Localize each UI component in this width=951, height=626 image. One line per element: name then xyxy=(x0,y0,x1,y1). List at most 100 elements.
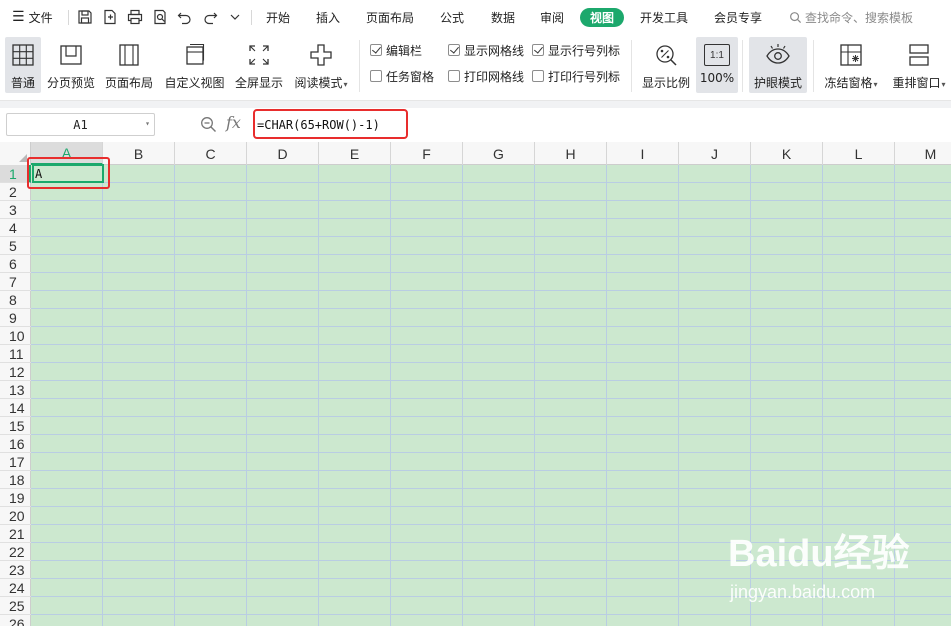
tab-developer[interactable]: 开发工具 xyxy=(634,0,694,34)
chevron-down-icon[interactable]: ▾ xyxy=(145,119,150,128)
row-header-8[interactable]: 8 xyxy=(0,291,31,309)
checkbox-print-gridlines[interactable]: 打印网格线 xyxy=(448,67,524,85)
row-header-15[interactable]: 15 xyxy=(0,417,31,435)
more-dropdown-icon[interactable] xyxy=(229,11,241,23)
column-header-c[interactable]: C xyxy=(175,142,247,165)
tab-view[interactable]: 视图 xyxy=(580,8,624,27)
row-header-16[interactable]: 16 xyxy=(0,435,31,453)
row-header-7[interactable]: 7 xyxy=(0,273,31,291)
row-header-24[interactable]: 24 xyxy=(0,579,31,597)
save-icon[interactable] xyxy=(77,9,93,25)
column-header-label: C xyxy=(205,145,216,162)
row-header-11[interactable]: 11 xyxy=(0,345,31,363)
tab-member[interactable]: 会员专享 xyxy=(708,0,768,34)
redo-icon[interactable] xyxy=(202,9,218,25)
page-break-preview-button[interactable]: 分页预览 xyxy=(45,37,97,93)
tab-home[interactable]: 开始 xyxy=(259,0,297,34)
column-header-g[interactable]: G xyxy=(463,142,535,165)
normal-view-button[interactable]: 普通 xyxy=(5,37,41,93)
row-header-label: 9 xyxy=(9,309,17,326)
row-header-label: 5 xyxy=(9,237,17,254)
custom-view-button[interactable]: 自定义视图 xyxy=(163,37,226,93)
tab-insert[interactable]: 插入 xyxy=(309,0,347,34)
fullscreen-button[interactable]: 全屏显示 xyxy=(233,37,285,93)
hamburger-icon: ☰ xyxy=(12,9,25,25)
column-header-d[interactable]: D xyxy=(247,142,319,165)
cell-grid[interactable] xyxy=(31,165,951,626)
row-header-14[interactable]: 14 xyxy=(0,399,31,417)
column-header-l[interactable]: L xyxy=(823,142,895,165)
function-icon[interactable]: fx xyxy=(226,113,241,132)
row-header-12[interactable]: 12 xyxy=(0,363,31,381)
freeze-panes-button[interactable]: 冻结窗格▾ xyxy=(820,37,882,93)
row-header-19[interactable]: 19 xyxy=(0,489,31,507)
checkbox-box[interactable] xyxy=(532,44,544,56)
checkbox-box[interactable] xyxy=(532,70,544,82)
column-header-e[interactable]: E xyxy=(319,142,391,165)
gridline-horizontal xyxy=(31,434,951,435)
checkbox-label: 编辑栏 xyxy=(386,43,423,58)
column-header-i[interactable]: I xyxy=(607,142,679,165)
print-preview-icon[interactable] xyxy=(152,9,168,25)
row-header-6[interactable]: 6 xyxy=(0,255,31,273)
file-menu[interactable]: ☰ 文件 xyxy=(12,0,53,34)
checkbox-show-gridlines[interactable]: 显示网格线 xyxy=(448,41,524,59)
row-header-25[interactable]: 25 xyxy=(0,597,31,615)
eye-protection-button[interactable]: 护眼模式 xyxy=(749,37,807,93)
arrange-windows-button[interactable]: 重排窗口▾ xyxy=(889,37,949,93)
row-header-label: 20 xyxy=(9,507,25,524)
zoom-100-button[interactable]: 1:1 100% xyxy=(696,37,738,93)
gridline-horizontal xyxy=(31,470,951,471)
row-header-21[interactable]: 21 xyxy=(0,525,31,543)
column-header-h[interactable]: H xyxy=(535,142,607,165)
row-header-label: 18 xyxy=(9,471,25,488)
row-header-10[interactable]: 10 xyxy=(0,327,31,345)
row-header-13[interactable]: 13 xyxy=(0,381,31,399)
tab-page-layout[interactable]: 页面布局 xyxy=(360,0,420,34)
tab-formulas[interactable]: 公式 xyxy=(433,0,471,34)
column-header-m[interactable]: M xyxy=(895,142,951,165)
column-header-b[interactable]: B xyxy=(103,142,175,165)
row-header-5[interactable]: 5 xyxy=(0,237,31,255)
checkbox-formula-bar[interactable]: 编辑栏 xyxy=(370,41,422,59)
row-header-22[interactable]: 22 xyxy=(0,543,31,561)
row-header-20[interactable]: 20 xyxy=(0,507,31,525)
worksheet[interactable]: A B C D E F G H I J K L M 1 2 3 4 5 6 7 … xyxy=(0,142,951,626)
page-layout-icon xyxy=(116,42,142,68)
row-header-4[interactable]: 4 xyxy=(0,219,31,237)
checkbox-print-headings[interactable]: 打印行号列标 xyxy=(532,67,620,85)
row-header-3[interactable]: 3 xyxy=(0,201,31,219)
checkbox-box[interactable] xyxy=(448,44,460,56)
checkbox-box[interactable] xyxy=(448,70,460,82)
gridline-horizontal xyxy=(31,398,951,399)
gridline-vertical xyxy=(534,165,535,626)
row-header-9[interactable]: 9 xyxy=(0,309,31,327)
row-header-26[interactable]: 26 xyxy=(0,615,31,626)
page-layout-button[interactable]: 页面布局 xyxy=(103,37,155,93)
zoom-button[interactable]: 显示比例 xyxy=(640,37,692,93)
column-header-k[interactable]: K xyxy=(751,142,823,165)
row-header-18[interactable]: 18 xyxy=(0,471,31,489)
column-header-f[interactable]: F xyxy=(391,142,463,165)
checkbox-show-headings[interactable]: 显示行号列标 xyxy=(532,41,620,59)
tab-review[interactable]: 审阅 xyxy=(533,0,571,34)
tab-data[interactable]: 数据 xyxy=(484,0,522,34)
custom-view-icon xyxy=(182,42,208,68)
row-header-23[interactable]: 23 xyxy=(0,561,31,579)
gridline-vertical xyxy=(894,165,895,626)
row-header-17[interactable]: 17 xyxy=(0,453,31,471)
undo-icon[interactable] xyxy=(177,9,193,25)
print-icon[interactable] xyxy=(127,9,143,25)
name-box[interactable]: A1 ▾ xyxy=(6,113,155,136)
search-box[interactable]: 查找命令、搜索模板 xyxy=(789,0,913,34)
row-header-label: 13 xyxy=(9,381,25,398)
checkbox-box[interactable] xyxy=(370,70,382,82)
gridline-vertical xyxy=(822,165,823,626)
checkbox-task-pane[interactable]: 任务窗格 xyxy=(370,67,434,85)
export-pdf-icon[interactable] xyxy=(102,9,118,25)
column-header-label: D xyxy=(277,145,288,162)
reading-mode-button[interactable]: 阅读模式▾ xyxy=(291,37,351,93)
zoom-out-icon[interactable] xyxy=(200,116,217,133)
checkbox-box[interactable] xyxy=(370,44,382,56)
column-header-j[interactable]: J xyxy=(679,142,751,165)
